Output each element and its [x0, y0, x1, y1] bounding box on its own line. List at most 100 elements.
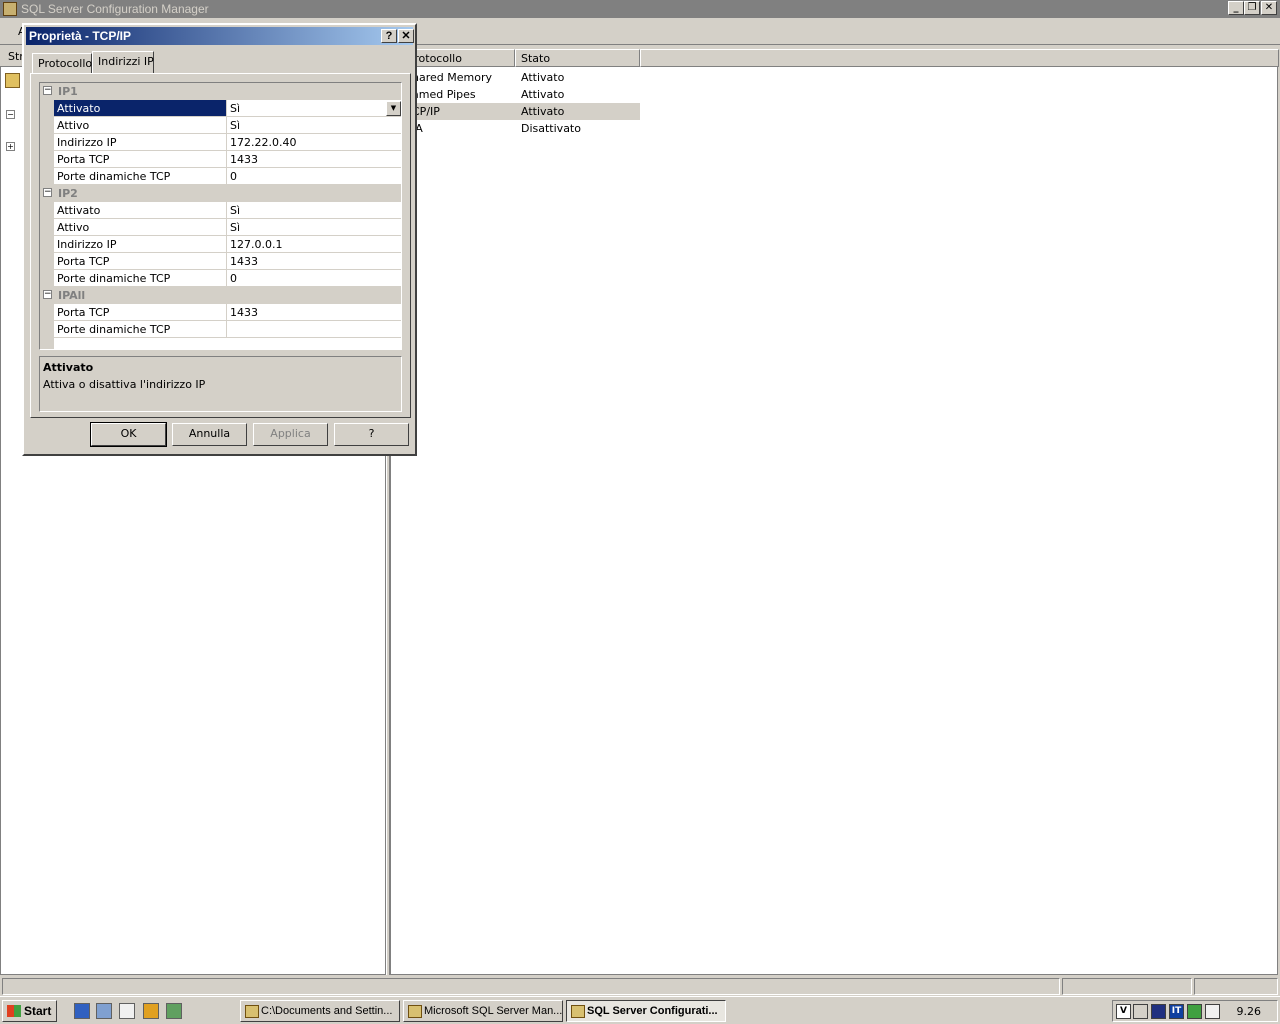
grid-margin: [40, 83, 54, 349]
property-row[interactable]: Porta TCP 1433: [54, 253, 401, 270]
description-text: Attiva o disattiva l'indirizzo IP: [43, 378, 206, 391]
collapse-node-icon[interactable]: −: [6, 110, 15, 119]
tab-indirizzi-ip[interactable]: Indirizzi IP: [92, 51, 154, 73]
group-name: IPAll: [58, 289, 86, 302]
folder-icon: [245, 1005, 259, 1018]
desktop-quicklaunch-icon[interactable]: [96, 1003, 112, 1019]
sql-server-tree-icon: [5, 73, 20, 88]
cancel-button[interactable]: Annulla: [172, 423, 247, 446]
list-item[interactable]: amed Pipes Attivato: [391, 86, 640, 103]
property-row[interactable]: Attivo Sì: [54, 219, 401, 236]
list-item[interactable]: hared Memory Attivato: [391, 69, 640, 86]
apply-button[interactable]: Applica: [253, 423, 328, 446]
tab-panel-ip-addresses: − IP1 Attivato Sì ▼ Attivo Sì Indirizzo …: [30, 73, 411, 418]
network-quicklaunch-icon[interactable]: [166, 1003, 182, 1019]
property-row[interactable]: Attivato Sì: [54, 202, 401, 219]
start-label: Start: [24, 1004, 52, 1018]
property-value[interactable]: 0: [228, 168, 401, 184]
property-row[interactable]: Porte dinamiche TCP 0: [54, 270, 401, 287]
property-name: Porta TCP: [54, 151, 227, 167]
restore-button[interactable]: ❐: [1244, 1, 1260, 15]
list-item[interactable]: IA Disattivato: [391, 120, 640, 137]
collapse-group-icon[interactable]: −: [43, 290, 52, 299]
property-value[interactable]: 1433: [228, 304, 401, 320]
protocol-state: Attivato: [521, 71, 565, 84]
update-tray-icon[interactable]: [1187, 1004, 1202, 1019]
tcpip-properties-dialog: Proprietà - TCP/IP ? ✕ Protocollo Indiri…: [22, 23, 417, 456]
property-value[interactable]: Sì: [228, 100, 401, 116]
clock: 9.26: [1236, 1005, 1262, 1018]
volume-tray-icon[interactable]: [1133, 1004, 1148, 1019]
protocol-list-pane: e protocollo Stato hared Memory Attivato…: [390, 49, 1279, 975]
property-description: Attivato Attiva o disattiva l'indirizzo …: [39, 356, 402, 412]
media-quicklaunch-icon[interactable]: [143, 1003, 159, 1019]
main-title-bar: SQL Server Configuration Manager _ ❐ ✕: [0, 0, 1280, 18]
collapse-group-icon[interactable]: −: [43, 188, 52, 197]
property-row[interactable]: Attivo Sì: [54, 117, 401, 134]
property-name: Porte dinamiche TCP: [54, 270, 227, 286]
windows-logo-icon: [7, 1005, 21, 1017]
ie-quicklaunch-icon[interactable]: [74, 1003, 90, 1019]
dialog-close-button[interactable]: ✕: [398, 29, 414, 43]
notepad-quicklaunch-icon[interactable]: [119, 1003, 135, 1019]
expand-node-icon[interactable]: +: [6, 142, 15, 151]
task-label: SQL Server Configurati...: [587, 1005, 718, 1017]
user-tray-icon[interactable]: [1205, 1004, 1220, 1019]
help-button[interactable]: ?: [334, 423, 409, 446]
dialog-title-bar[interactable]: Proprietà - TCP/IP ? ✕: [26, 27, 414, 45]
property-value[interactable]: 127.0.0.1: [228, 236, 401, 252]
task-sql-config-manager[interactable]: SQL Server Configurati...: [566, 1000, 726, 1022]
property-value[interactable]: Sì: [228, 219, 401, 235]
property-grid[interactable]: − IP1 Attivato Sì ▼ Attivo Sì Indirizzo …: [39, 82, 402, 350]
task-sql-management[interactable]: Microsoft SQL Server Man...: [403, 1000, 563, 1022]
list-header: e protocollo Stato: [391, 49, 1279, 67]
property-value[interactable]: 1433: [228, 253, 401, 269]
dropdown-arrow-icon[interactable]: ▼: [386, 101, 401, 116]
close-button[interactable]: ✕: [1261, 1, 1277, 15]
property-row[interactable]: Indirizzo IP 127.0.0.1: [54, 236, 401, 253]
group-ip1[interactable]: − IP1: [40, 83, 401, 100]
group-ip2[interactable]: − IP2: [40, 185, 401, 202]
dialog-title: Proprietà - TCP/IP: [29, 29, 132, 43]
property-row[interactable]: Porte dinamiche TCP: [54, 321, 401, 338]
property-name: Porta TCP: [54, 304, 227, 320]
column-header-state[interactable]: Stato: [515, 49, 640, 67]
minimize-button[interactable]: _: [1228, 1, 1244, 15]
property-name: Indirizzo IP: [54, 134, 227, 150]
language-tray-icon[interactable]: IT: [1169, 1004, 1184, 1019]
network-tray-icon[interactable]: [1151, 1004, 1166, 1019]
antivirus-tray-icon[interactable]: V: [1116, 1004, 1131, 1019]
property-value[interactable]: [228, 321, 401, 337]
status-panel-main: [2, 978, 1060, 995]
property-name: Indirizzo IP: [54, 236, 227, 252]
group-ipall[interactable]: − IPAll: [40, 287, 401, 304]
property-name: Attivato: [54, 100, 227, 116]
property-value[interactable]: 0: [228, 270, 401, 286]
property-value[interactable]: Sì: [228, 117, 401, 133]
tab-protocollo[interactable]: Protocollo: [32, 53, 92, 73]
taskbar: Start C:\Documents and Settin... Microso…: [0, 996, 1280, 1024]
property-row-selected[interactable]: Attivato Sì ▼: [54, 100, 401, 117]
group-name: IP1: [58, 85, 78, 98]
task-label: C:\Documents and Settin...: [261, 1005, 393, 1017]
description-title: Attivato: [43, 361, 94, 374]
status-panel-3: [1194, 978, 1278, 995]
property-row[interactable]: Porta TCP 1433: [54, 304, 401, 321]
property-value[interactable]: 1433: [228, 151, 401, 167]
property-row[interactable]: Indirizzo IP 172.22.0.40: [54, 134, 401, 151]
collapse-group-icon[interactable]: −: [43, 86, 52, 95]
property-row[interactable]: Porte dinamiche TCP 0: [54, 168, 401, 185]
system-tray: V IT 9.26: [1112, 1000, 1278, 1022]
property-value[interactable]: Sì: [228, 202, 401, 218]
task-explorer[interactable]: C:\Documents and Settin...: [240, 1000, 400, 1022]
list-item-selected[interactable]: CP/IP Attivato: [391, 103, 640, 120]
start-button[interactable]: Start: [2, 1000, 57, 1022]
property-value[interactable]: 172.22.0.40: [228, 134, 401, 150]
column-header-filler: [640, 49, 1279, 67]
sql-management-icon: [408, 1005, 422, 1018]
ok-button[interactable]: OK: [90, 422, 167, 447]
property-row[interactable]: Porta TCP 1433: [54, 151, 401, 168]
property-name: Porte dinamiche TCP: [54, 168, 227, 184]
status-panel-2: [1062, 978, 1192, 995]
dialog-help-button[interactable]: ?: [381, 29, 397, 43]
